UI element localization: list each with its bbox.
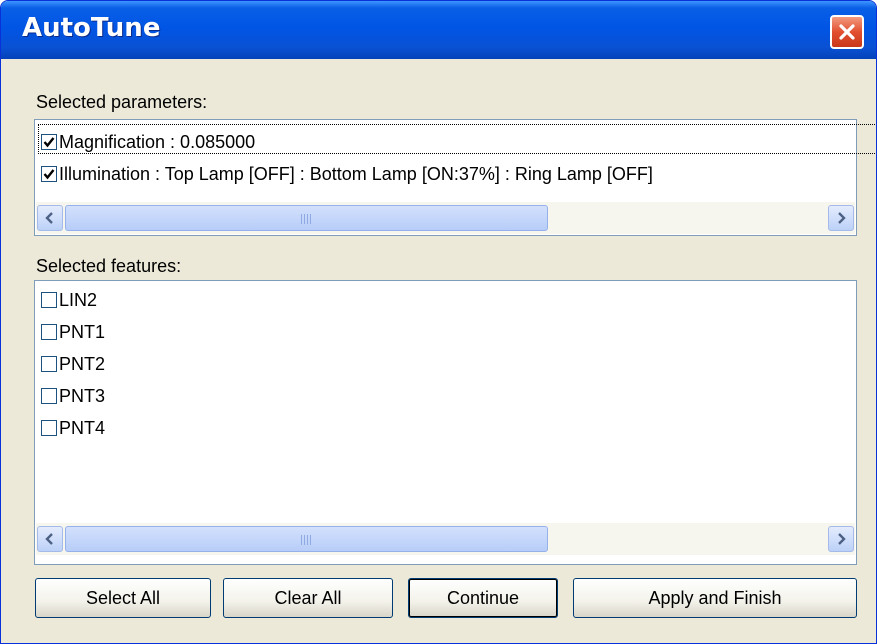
parameters-label: Selected parameters:: [36, 92, 208, 112]
close-button[interactable]: [830, 15, 864, 49]
checkbox[interactable]: [41, 292, 57, 308]
list-item[interactable]: Illumination : Top Lamp [OFF] : Bottom L…: [41, 159, 653, 189]
horizontal-scrollbar[interactable]: [36, 202, 855, 234]
list-item[interactable]: PNT4: [41, 413, 105, 443]
continue-button[interactable]: Continue: [408, 578, 558, 618]
list-item[interactable]: PNT3: [41, 381, 105, 411]
list-item-label: PNT2: [59, 353, 106, 374]
list-item-label: PNT3: [59, 385, 106, 406]
list-item[interactable]: PNT2: [41, 349, 105, 379]
list-item[interactable]: PNT1: [41, 317, 105, 347]
parameters-listbox[interactable]: Magnification : 0.085000 Illumination : …: [34, 119, 876, 236]
features-label: Selected features:: [36, 256, 182, 276]
scroll-right-button[interactable]: [828, 526, 854, 552]
title-bar[interactable]: AutoTune: [1, 1, 876, 59]
checkbox[interactable]: [41, 166, 57, 182]
scroll-left-button[interactable]: [37, 205, 63, 231]
list-item-label: PNT1: [59, 321, 106, 342]
scroll-right-button[interactable]: [828, 205, 854, 231]
horizontal-scrollbar[interactable]: [36, 523, 855, 555]
clear-all-button[interactable]: Clear All: [223, 578, 393, 618]
select-all-button[interactable]: Select All: [35, 578, 211, 618]
list-item-label: Illumination : Top Lamp [OFF] : Bottom L…: [59, 163, 653, 184]
checkbox[interactable]: [41, 388, 57, 404]
checkbox[interactable]: [41, 420, 57, 436]
scroll-thumb[interactable]: [65, 526, 548, 552]
scroll-left-button[interactable]: [37, 526, 63, 552]
checkbox[interactable]: [41, 134, 57, 150]
apply-and-finish-button[interactable]: Apply and Finish: [573, 578, 857, 618]
list-item[interactable]: Magnification : 0.085000: [41, 127, 255, 157]
list-item-label: PNT4: [59, 417, 106, 438]
autotune-dialog: AutoTune Selected parameters: Magnificat…: [0, 0, 877, 644]
list-item-label: Magnification : 0.085000: [59, 131, 256, 152]
list-item[interactable]: LIN2: [41, 285, 97, 315]
features-listbox[interactable]: LIN2 PNT1 PNT2 PNT3 PNT4: [34, 280, 857, 565]
checkbox[interactable]: [41, 356, 57, 372]
list-item-label: LIN2: [59, 289, 98, 310]
checkbox[interactable]: [41, 324, 57, 340]
window-title: AutoTune: [22, 13, 161, 43]
scroll-thumb[interactable]: [65, 205, 548, 231]
